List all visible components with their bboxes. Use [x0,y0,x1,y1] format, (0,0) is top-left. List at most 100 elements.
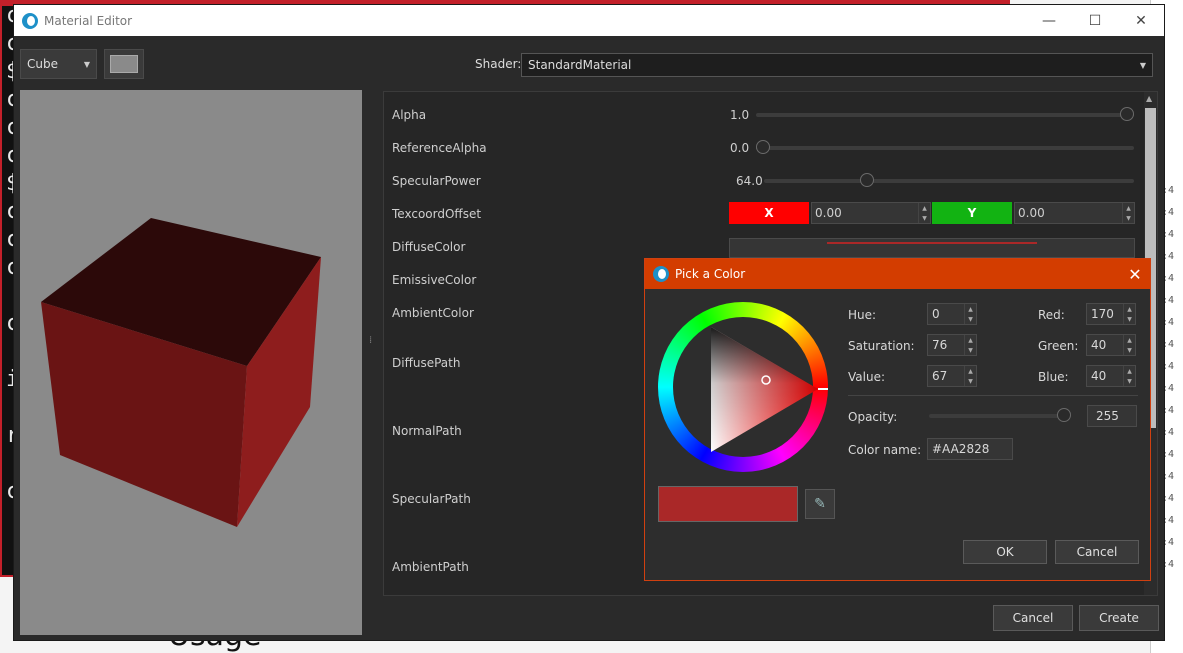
opacity-slider-handle[interactable] [1057,408,1071,422]
alpha-slider[interactable] [756,113,1134,117]
scroll-up-icon[interactable]: ▲ [1146,94,1152,103]
diffuse-color-field[interactable] [729,238,1135,258]
red-label: Red: [1038,308,1065,322]
specular-path-label: SpecularPath [392,492,471,506]
red-value: 170 [1091,307,1114,321]
shader-label: Shader: [475,57,522,71]
spin-down-icon[interactable]: ▼ [968,316,973,323]
alpha-value: 1.0 [730,108,750,122]
spin-up-icon[interactable]: ▲ [1127,306,1132,313]
ambient-color-label: AmbientColor [392,306,474,320]
color-name-input[interactable]: #AA2828 [927,438,1013,460]
texcoord-y-spinbox[interactable]: 0.00 ▲ ▼ [1014,202,1135,224]
spin-down-icon[interactable]: ▼ [968,378,973,385]
spin-up-icon[interactable]: ▲ [922,205,927,212]
preview-background-swatch [110,55,138,73]
normal-path-label: NormalPath [392,424,462,438]
blue-spinbox[interactable]: 40 ▲ ▼ [1086,365,1136,387]
emissive-color-label: EmissiveColor [392,273,477,287]
current-color-swatch [658,486,798,522]
spin-up-icon[interactable]: ▲ [1127,368,1132,375]
texcoord-x-spinbox[interactable]: 0.00 ▲ ▼ [811,202,931,224]
preview-background-color-button[interactable] [104,49,144,79]
y-axis-tag: Y [932,202,1012,224]
diffuse-color-label: DiffuseColor [392,240,466,254]
spin-up-icon[interactable]: ▲ [968,306,973,313]
maximize-button[interactable]: ☐ [1072,5,1118,36]
dialog-divider [848,395,1138,396]
dialog-title-bar[interactable]: Pick a Color ✕ [645,259,1150,289]
green-spinbox[interactable]: 40 ▲ ▼ [1086,334,1136,356]
alpha-label: Alpha [392,108,427,122]
saturation-spinbox[interactable]: 76 ▲ ▼ [927,334,977,356]
splitter-handle[interactable]: ⁞ [369,335,372,346]
opacity-value-field[interactable]: 255 [1087,405,1137,427]
ambient-path-label: AmbientPath [392,560,469,574]
value-spinbox[interactable]: 67 ▲ ▼ [927,365,977,387]
window-title: Material Editor [44,13,133,28]
specular-power-slider[interactable] [764,179,1134,183]
saturation-value-triangle[interactable] [658,302,828,472]
mesh-combo[interactable]: Cube ▼ [20,49,97,79]
spin-up-icon[interactable]: ▲ [1126,205,1131,212]
spin-down-icon[interactable]: ▼ [1126,215,1131,222]
green-value: 40 [1091,338,1107,352]
color-name-label: Color name: [848,443,922,457]
diffuse-color-swatch [827,242,1037,244]
red-spinbox[interactable]: 170 ▲ ▼ [1086,303,1136,325]
green-label: Green: [1038,339,1079,353]
value-value: 67 [932,369,948,383]
texcoord-y-value: 0.00 [1018,206,1045,220]
chevron-down-icon: ▼ [1139,60,1146,70]
diffuse-path-label: DiffusePath [392,356,461,370]
color-name-value: #AA2828 [932,442,990,456]
specular-power-value: 64.0 [736,174,763,188]
saturation-value: 76 [932,338,948,352]
opacity-label: Opacity: [848,410,898,424]
spin-up-icon[interactable]: ▲ [968,337,973,344]
background-timestamps: :4:4:4:4:4:4:4:4:4:4:4:4:4:4:4:4:4:4 [1162,185,1175,570]
color-wheel[interactable] [658,302,828,472]
specular-power-slider-handle[interactable] [860,173,875,187]
spin-down-icon[interactable]: ▼ [1127,347,1132,354]
cancel-button[interactable]: Cancel [993,605,1073,631]
value-label: Value: [848,370,885,384]
dialog-cancel-button[interactable]: Cancel [1055,540,1139,564]
texcoord-x-value: 0.00 [815,206,842,220]
close-button[interactable]: ✕ [1118,5,1164,36]
mesh-combo-value: Cube [27,57,58,71]
x-axis-tag: X [729,202,809,224]
title-bar[interactable]: Material Editor — ☐ ✕ [14,5,1164,36]
minimize-button[interactable]: — [1026,5,1072,36]
blue-value: 40 [1091,369,1107,383]
app-icon [22,12,38,29]
hue-value: 0 [932,307,940,321]
blue-label: Blue: [1038,370,1069,384]
spin-down-icon[interactable]: ▼ [1127,316,1132,323]
reference-alpha-slider-handle[interactable] [756,140,770,154]
spin-up-icon[interactable]: ▲ [1127,337,1132,344]
texcoord-offset-label: TexcoordOffset [392,207,482,221]
spin-down-icon[interactable]: ▼ [968,347,973,354]
reference-alpha-slider[interactable] [756,146,1134,150]
dialog-close-button[interactable]: ✕ [1120,265,1150,284]
sv-triangle-shade [711,327,818,452]
shader-combo[interactable]: StandardMaterial ▼ [521,53,1153,77]
eyedropper-icon: ✎ [814,496,826,512]
chevron-down-icon: ▼ [83,59,90,69]
alpha-slider-handle[interactable] [1120,107,1134,121]
shader-combo-value: StandardMaterial [528,58,632,72]
hue-spinbox[interactable]: 0 ▲ ▼ [927,303,977,325]
eyedropper-button[interactable]: ✎ [805,489,835,519]
dialog-title: Pick a Color [675,267,746,281]
hue-label: Hue: [848,308,877,322]
ok-button[interactable]: OK [963,540,1047,564]
pick-color-dialog: Pick a Color ✕ ✎ Hue: 0 ▲ ▼ Saturation: … [644,258,1151,581]
opacity-value: 255 [1096,409,1119,423]
spin-down-icon[interactable]: ▼ [922,215,927,222]
spin-down-icon[interactable]: ▼ [1127,378,1132,385]
spin-up-icon[interactable]: ▲ [968,368,973,375]
material-preview[interactable] [20,90,362,635]
opacity-slider[interactable] [929,414,1069,418]
create-button[interactable]: Create [1079,605,1159,631]
